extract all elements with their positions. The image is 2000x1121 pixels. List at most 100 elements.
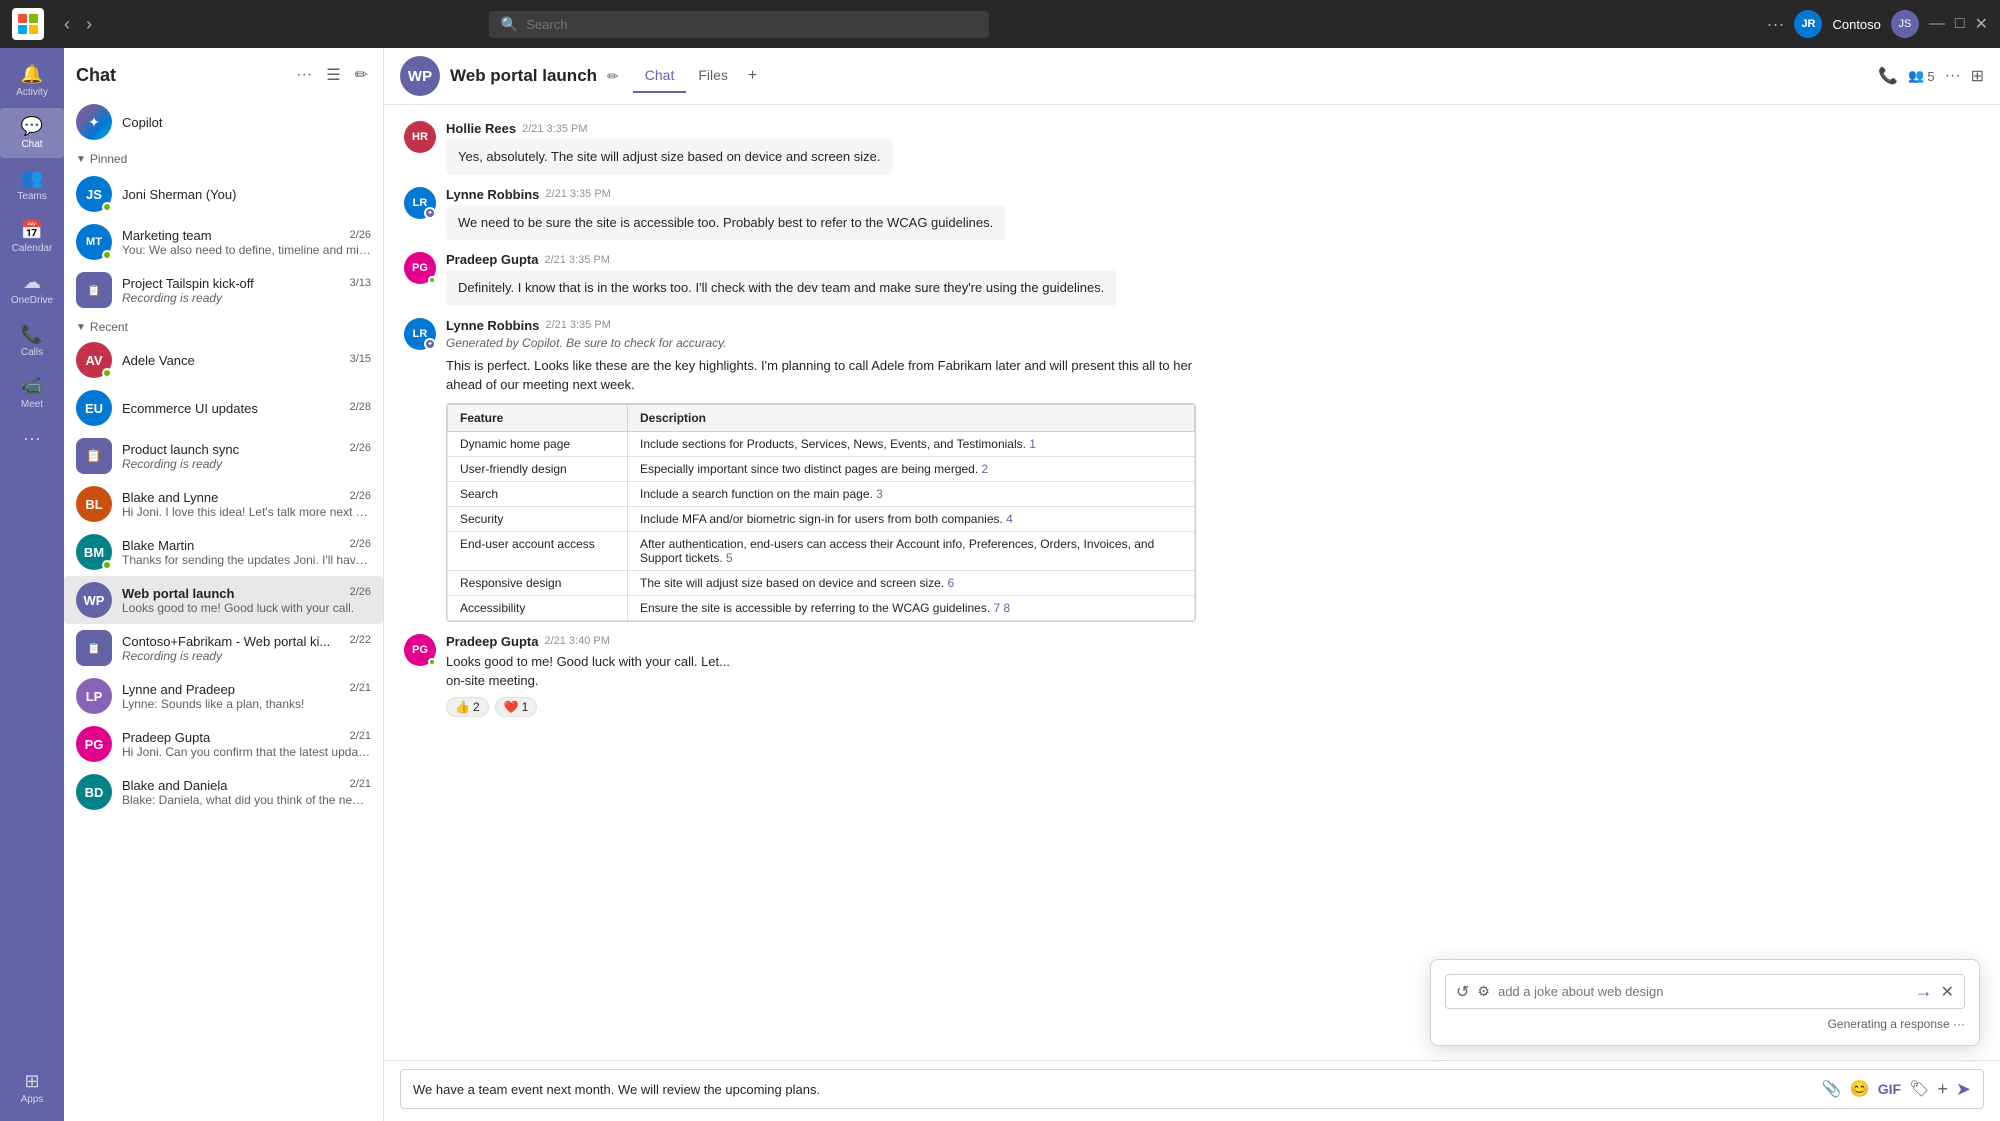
add-tab-button[interactable]: +	[740, 59, 765, 93]
copilot-note: Generated by Copilot. Be sure to check f…	[446, 336, 1980, 350]
user-avatar[interactable]: JS	[1891, 10, 1919, 38]
message-row-pradeep-2: PG Pradeep Gupta 2/21 3:40 PM Looks good…	[404, 634, 1980, 717]
call-button[interactable]: 📞	[1878, 66, 1898, 86]
nav-item-more[interactable]: ···	[0, 420, 64, 457]
org-name: Contoso	[1832, 17, 1880, 32]
msg-bubble-hollie: Yes, absolutely. The site will adjust si…	[446, 139, 893, 175]
sidebar-more-button[interactable]: ···	[293, 63, 315, 87]
compose-emoji-button[interactable]: 😊	[1850, 1079, 1870, 1099]
chat-name-blake-daniela: Blake and Daniela	[122, 778, 228, 793]
nav-item-onedrive[interactable]: ☁ OneDrive	[0, 264, 64, 314]
reaction-thumbs-up[interactable]: 👍2	[446, 697, 489, 717]
back-button[interactable]: ‹	[60, 10, 74, 39]
msg-intro: This is perfect. Looks like these are th…	[446, 356, 1196, 395]
chat-preview-lynne-pradeep: Lynne: Sounds like a plan, thanks!	[122, 697, 371, 711]
sidebar-item-adele[interactable]: AV Adele Vance 3/15	[64, 336, 383, 384]
pinned-section-header[interactable]: ▼ Pinned	[64, 148, 383, 170]
sidebar-item-marketing[interactable]: MT Marketing team 2/26 You: We also need…	[64, 218, 383, 266]
chat-name-contoso-fabrikam: Contoso+Fabrikam - Web portal ki...	[122, 634, 330, 649]
copilot-close-button[interactable]: ✕	[1941, 982, 1954, 1002]
compose-attach-button[interactable]: 📎	[1822, 1079, 1842, 1099]
copilot-send-button[interactable]: →	[1915, 981, 1933, 1002]
sidebar-item-blake-martin[interactable]: BM Blake Martin 2/26 Thanks for sending …	[64, 528, 383, 576]
nav-item-calls[interactable]: 📞 Calls	[0, 316, 64, 366]
header-more-button[interactable]: ···	[1945, 67, 1961, 85]
copilot-badge-lynne-2: ✦	[424, 338, 436, 350]
compose-sticker-button[interactable]: 🏷	[1909, 1079, 1929, 1099]
chat-edit-button[interactable]: ✏	[607, 68, 619, 85]
chat-date-marketing: 2/26	[350, 229, 371, 241]
avatar-blake-lynne: BL	[76, 486, 112, 522]
chat-name-blake-martin: Blake Martin	[122, 538, 194, 553]
sidebar-item-blake-daniela[interactable]: BD Blake and Daniela 2/21 Blake: Daniela…	[64, 768, 383, 816]
sidebar-item-product-launch[interactable]: 📋 Product launch sync 2/26 Recording is …	[64, 432, 383, 480]
close-button[interactable]: ✕	[1975, 14, 1988, 34]
sidebar-item-joni[interactable]: JS Joni Sherman (You)	[64, 170, 383, 218]
search-bar: 🔍	[489, 11, 989, 38]
copilot-generating-text: Generating a response ···	[1445, 1017, 1965, 1031]
participants-indicator[interactable]: 👥 5	[1908, 68, 1934, 84]
sidebar-item-pradeep[interactable]: PG Pradeep Gupta 2/21 Hi Joni. Can you c…	[64, 720, 383, 768]
recent-section-header[interactable]: ▼ Recent	[64, 314, 383, 336]
sidebar-compose-button[interactable]: ✏	[352, 62, 371, 88]
chat-name-lynne-pradeep: Lynne and Pradeep	[122, 682, 235, 697]
avatar-ecommerce: EU	[76, 390, 112, 426]
sidebar-item-blake-lynne[interactable]: BL Blake and Lynne 2/26 Hi Joni. I love …	[64, 480, 383, 528]
copilot-refresh-button[interactable]: ↺	[1456, 982, 1469, 1002]
forward-button[interactable]: ›	[82, 10, 96, 39]
table-row: End-user account access After authentica…	[448, 531, 1195, 570]
sidebar-item-web-portal[interactable]: WP Web portal launch 2/26 Looks good to …	[64, 576, 383, 624]
notification-icon[interactable]: JR	[1794, 10, 1822, 38]
status-dot-blake-martin	[102, 560, 112, 570]
more-options-icon[interactable]: ···	[1766, 14, 1784, 35]
message-row-lynne-1: LR ✦ Lynne Robbins 2/21 3:35 PM We need …	[404, 187, 1980, 241]
chat-name-joni: Joni Sherman (You)	[122, 187, 236, 202]
left-nav: 🔔 Activity 💬 Chat 👥 Teams 📅 Calendar ☁ O…	[0, 48, 64, 1121]
chat-name-blake-lynne: Blake and Lynne	[122, 490, 218, 505]
sidebar-item-lynne-pradeep[interactable]: LP Lynne and Pradeep 2/21 Lynne: Sounds …	[64, 672, 383, 720]
compose-text: We have a team event next month. We will…	[413, 1082, 1822, 1097]
avatar-lynne-pradeep: LP	[76, 678, 112, 714]
nav-item-meet[interactable]: 📹 Meet	[0, 368, 64, 418]
minimize-button[interactable]: —	[1929, 15, 1945, 33]
compose-send-button[interactable]: ➤	[1956, 1079, 1971, 1100]
table-row: Security Include MFA and/or biometric si…	[448, 506, 1195, 531]
maximize-button[interactable]: □	[1955, 15, 1965, 33]
copilot-input[interactable]	[1498, 984, 1907, 999]
chat-header-name: Web portal launch	[450, 66, 597, 86]
nav-item-activity[interactable]: 🔔 Activity	[0, 56, 64, 106]
compose-bar: We have a team event next month. We will…	[384, 1060, 2000, 1121]
sidebar-item-ecommerce[interactable]: EU Ecommerce UI updates 2/28	[64, 384, 383, 432]
chat-header: WP Web portal launch ✏ Chat Files + 📞 👥 …	[384, 48, 2000, 105]
copilot-item[interactable]: ✦ Copilot	[64, 96, 383, 148]
msg-content-hollie: Hollie Rees 2/21 3:35 PM Yes, absolutely…	[446, 121, 893, 175]
chat-name-ecommerce: Ecommerce UI updates	[122, 401, 258, 416]
avatar-web-portal: WP	[76, 582, 112, 618]
search-input[interactable]	[526, 17, 977, 32]
chat-date-adele: 3/15	[350, 353, 371, 368]
chat-name-adele: Adele Vance	[122, 353, 195, 368]
status-dot-adele	[102, 368, 112, 378]
header-apps-button[interactable]: ⊞	[1971, 66, 1984, 86]
tab-files[interactable]: Files	[686, 59, 740, 93]
copilot-settings-button[interactable]: ⚙	[1477, 983, 1490, 1000]
msg-sender-lynne-2: Lynne Robbins	[446, 318, 539, 333]
reaction-heart[interactable]: ❤️1	[495, 697, 538, 717]
participants-count: 5	[1927, 69, 1934, 84]
tab-chat[interactable]: Chat	[633, 59, 687, 93]
sidebar-item-contoso-fabrikam[interactable]: 📋 Contoso+Fabrikam - Web portal ki... 2/…	[64, 624, 383, 672]
nav-item-apps[interactable]: ⊞ Apps	[0, 1063, 64, 1113]
chat-name-web-portal: Web portal launch	[122, 586, 234, 601]
sidebar-filter-button[interactable]: ☰	[323, 62, 343, 88]
nav-item-teams[interactable]: 👥 Teams	[0, 160, 64, 210]
nav-item-chat[interactable]: 💬 Chat	[0, 108, 64, 158]
chat-preview-pradeep: Hi Joni. Can you confirm that the latest…	[122, 745, 371, 759]
nav-item-calendar[interactable]: 📅 Calendar	[0, 212, 64, 262]
compose-gif-button[interactable]: GIF	[1878, 1081, 1901, 1097]
compose-add-button[interactable]: +	[1937, 1079, 1948, 1100]
table-row: Accessibility Ensure the site is accessi…	[448, 595, 1195, 620]
chat-date-contoso-fabrikam: 2/22	[350, 634, 371, 649]
message-row-hollie: HR Hollie Rees 2/21 3:35 PM Yes, absolut…	[404, 121, 1980, 175]
chat-tabs: Chat Files +	[633, 59, 765, 93]
sidebar-item-tailspin[interactable]: 📋 Project Tailspin kick-off 3/13 Recordi…	[64, 266, 383, 314]
